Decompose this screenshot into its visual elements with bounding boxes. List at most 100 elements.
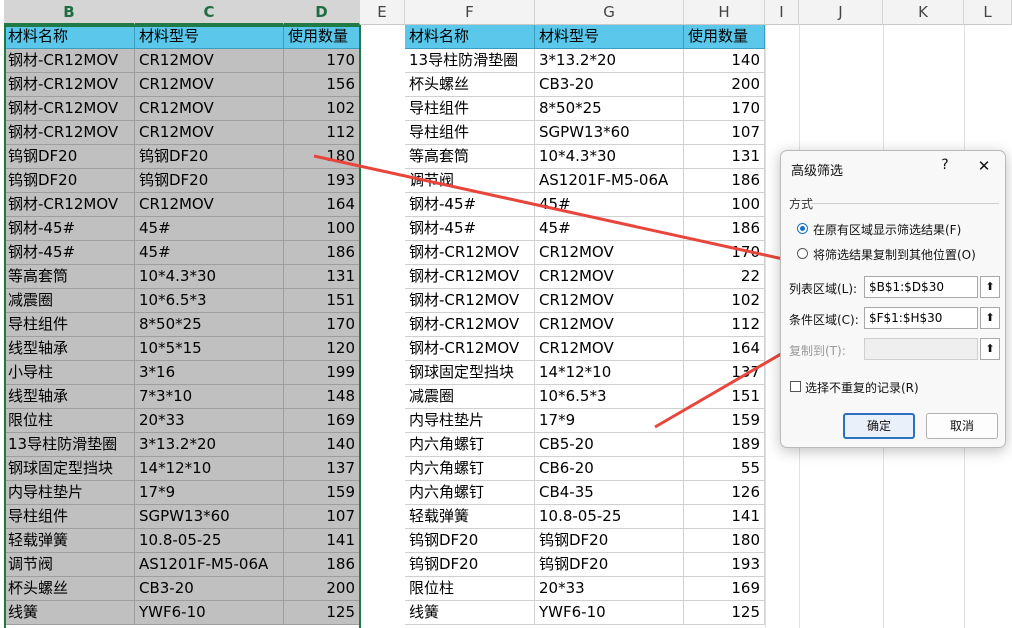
table-cell[interactable]: CB5-20 [535, 433, 684, 457]
table-cell[interactable]: 钨钢DF20 [4, 145, 135, 169]
table-cell[interactable]: 调节阀 [405, 169, 535, 193]
column-header[interactable]: E [360, 0, 405, 25]
table-cell[interactable]: 13导柱防滑垫圈 [4, 433, 135, 457]
table-cell[interactable]: 186 [684, 217, 765, 241]
table-cell[interactable]: 等高套筒 [405, 145, 535, 169]
table-cell[interactable]: CR12MOV [535, 313, 684, 337]
table-cell[interactable]: CR12MOV [135, 193, 284, 217]
table-cell[interactable]: 轻载弹簧 [4, 529, 135, 553]
list-range-input[interactable] [864, 276, 978, 298]
table-cell[interactable]: SGPW13*60 [135, 505, 284, 529]
table-cell[interactable]: 内六角螺钉 [405, 457, 535, 481]
table-cell[interactable]: CB6-20 [535, 457, 684, 481]
table-cell[interactable]: AS1201F-M5-06A [535, 169, 684, 193]
table-cell[interactable]: 186 [684, 169, 765, 193]
column-header[interactable]: D [284, 0, 360, 25]
table-cell[interactable]: 导柱组件 [4, 505, 135, 529]
table-cell[interactable]: 线型轴承 [4, 385, 135, 409]
table-cell[interactable]: CB3-20 [135, 577, 284, 601]
help-button[interactable]: ? [936, 157, 954, 173]
radio-filter-in-place-label[interactable]: 在原有区域显示筛选结果(F) [813, 221, 961, 238]
table-cell[interactable]: 131 [684, 145, 765, 169]
table-cell[interactable]: 148 [284, 385, 360, 409]
table-cell[interactable]: 186 [284, 553, 360, 577]
table-cell[interactable]: 186 [284, 241, 360, 265]
table-cell[interactable]: CR12MOV [535, 241, 684, 265]
table-cell[interactable]: 45# [535, 217, 684, 241]
table-cell[interactable]: 199 [284, 361, 360, 385]
column-header[interactable]: B [4, 0, 135, 25]
table-cell[interactable]: 170 [284, 313, 360, 337]
header-cell[interactable]: 材料型号 [135, 25, 284, 49]
table-cell[interactable]: 125 [684, 601, 765, 625]
table-cell[interactable]: 17*9 [135, 481, 284, 505]
table-cell[interactable]: 200 [684, 73, 765, 97]
table-cell[interactable]: 164 [684, 337, 765, 361]
table-cell[interactable]: 10*5*15 [135, 337, 284, 361]
table-cell[interactable]: 14*12*10 [535, 361, 684, 385]
table-cell[interactable]: 159 [684, 409, 765, 433]
table-cell[interactable]: 20*33 [535, 577, 684, 601]
table-cell[interactable]: 140 [284, 433, 360, 457]
table-cell[interactable]: 112 [284, 121, 360, 145]
table-cell[interactable]: 137 [284, 457, 360, 481]
table-cell[interactable]: 减震圈 [4, 289, 135, 313]
table-cell[interactable]: 45# [135, 241, 284, 265]
header-cell[interactable]: 材料名称 [405, 25, 535, 49]
table-cell[interactable]: 钢材-45# [4, 217, 135, 241]
table-cell[interactable]: 钢材-45# [405, 217, 535, 241]
table-cell[interactable]: CR12MOV [135, 121, 284, 145]
table-cell[interactable]: 100 [284, 217, 360, 241]
table-cell[interactable]: 限位柱 [405, 577, 535, 601]
copy-to-collapse-icon[interactable]: ⬆ [980, 338, 1000, 360]
table-cell[interactable]: CR12MOV [135, 49, 284, 73]
table-cell[interactable]: 线簧 [4, 601, 135, 625]
table-cell[interactable]: 156 [284, 73, 360, 97]
table-cell[interactable]: 内导柱垫片 [4, 481, 135, 505]
table-cell[interactable]: 20*33 [135, 409, 284, 433]
table-cell[interactable]: 导柱组件 [405, 97, 535, 121]
table-cell[interactable]: 杯头螺丝 [405, 73, 535, 97]
table-cell[interactable]: CR12MOV [535, 289, 684, 313]
table-cell[interactable]: 钨钢DF20 [135, 169, 284, 193]
column-header[interactable]: C [135, 0, 284, 25]
table-cell[interactable]: 钢材-CR12MOV [405, 337, 535, 361]
radio-copy-to-location[interactable] [797, 248, 808, 259]
table-cell[interactable]: 180 [684, 529, 765, 553]
header-cell[interactable]: 使用数量 [684, 25, 765, 49]
table-cell[interactable]: 107 [284, 505, 360, 529]
table-cell[interactable]: 102 [684, 289, 765, 313]
table-cell[interactable]: 钢材-CR12MOV [405, 265, 535, 289]
header-cell[interactable]: 材料名称 [4, 25, 135, 49]
table-cell[interactable]: 钨钢DF20 [405, 529, 535, 553]
table-cell[interactable]: SGPW13*60 [535, 121, 684, 145]
unique-records-checkbox[interactable] [790, 381, 801, 392]
table-cell[interactable]: 钢材-CR12MOV [4, 121, 135, 145]
table-cell[interactable]: 169 [284, 409, 360, 433]
table-cell[interactable]: 钢材-CR12MOV [4, 193, 135, 217]
table-cell[interactable]: 10*6.5*3 [135, 289, 284, 313]
table-cell[interactable]: YWF6-10 [535, 601, 684, 625]
table-cell[interactable]: 125 [284, 601, 360, 625]
table-cell[interactable]: 减震圈 [405, 385, 535, 409]
table-cell[interactable]: 131 [284, 265, 360, 289]
table-cell[interactable]: 导柱组件 [4, 313, 135, 337]
table-cell[interactable]: 10*4.3*30 [535, 145, 684, 169]
table-cell[interactable]: 164 [284, 193, 360, 217]
table-cell[interactable]: CR12MOV [135, 73, 284, 97]
table-cell[interactable]: 126 [684, 481, 765, 505]
table-cell[interactable]: 钨钢DF20 [535, 553, 684, 577]
table-cell[interactable]: 137 [684, 361, 765, 385]
column-header[interactable]: L [964, 0, 1012, 25]
table-cell[interactable]: 193 [684, 553, 765, 577]
table-cell[interactable]: 100 [684, 193, 765, 217]
table-cell[interactable]: 3*16 [135, 361, 284, 385]
table-cell[interactable]: 151 [684, 385, 765, 409]
radio-copy-to-location-label[interactable]: 将筛选结果复制到其他位置(O) [813, 246, 976, 263]
table-cell[interactable]: 10*4.3*30 [135, 265, 284, 289]
table-cell[interactable]: 200 [284, 577, 360, 601]
table-cell[interactable]: AS1201F-M5-06A [135, 553, 284, 577]
table-cell[interactable]: 102 [284, 97, 360, 121]
table-cell[interactable]: 7*3*10 [135, 385, 284, 409]
table-cell[interactable]: CB4-35 [535, 481, 684, 505]
